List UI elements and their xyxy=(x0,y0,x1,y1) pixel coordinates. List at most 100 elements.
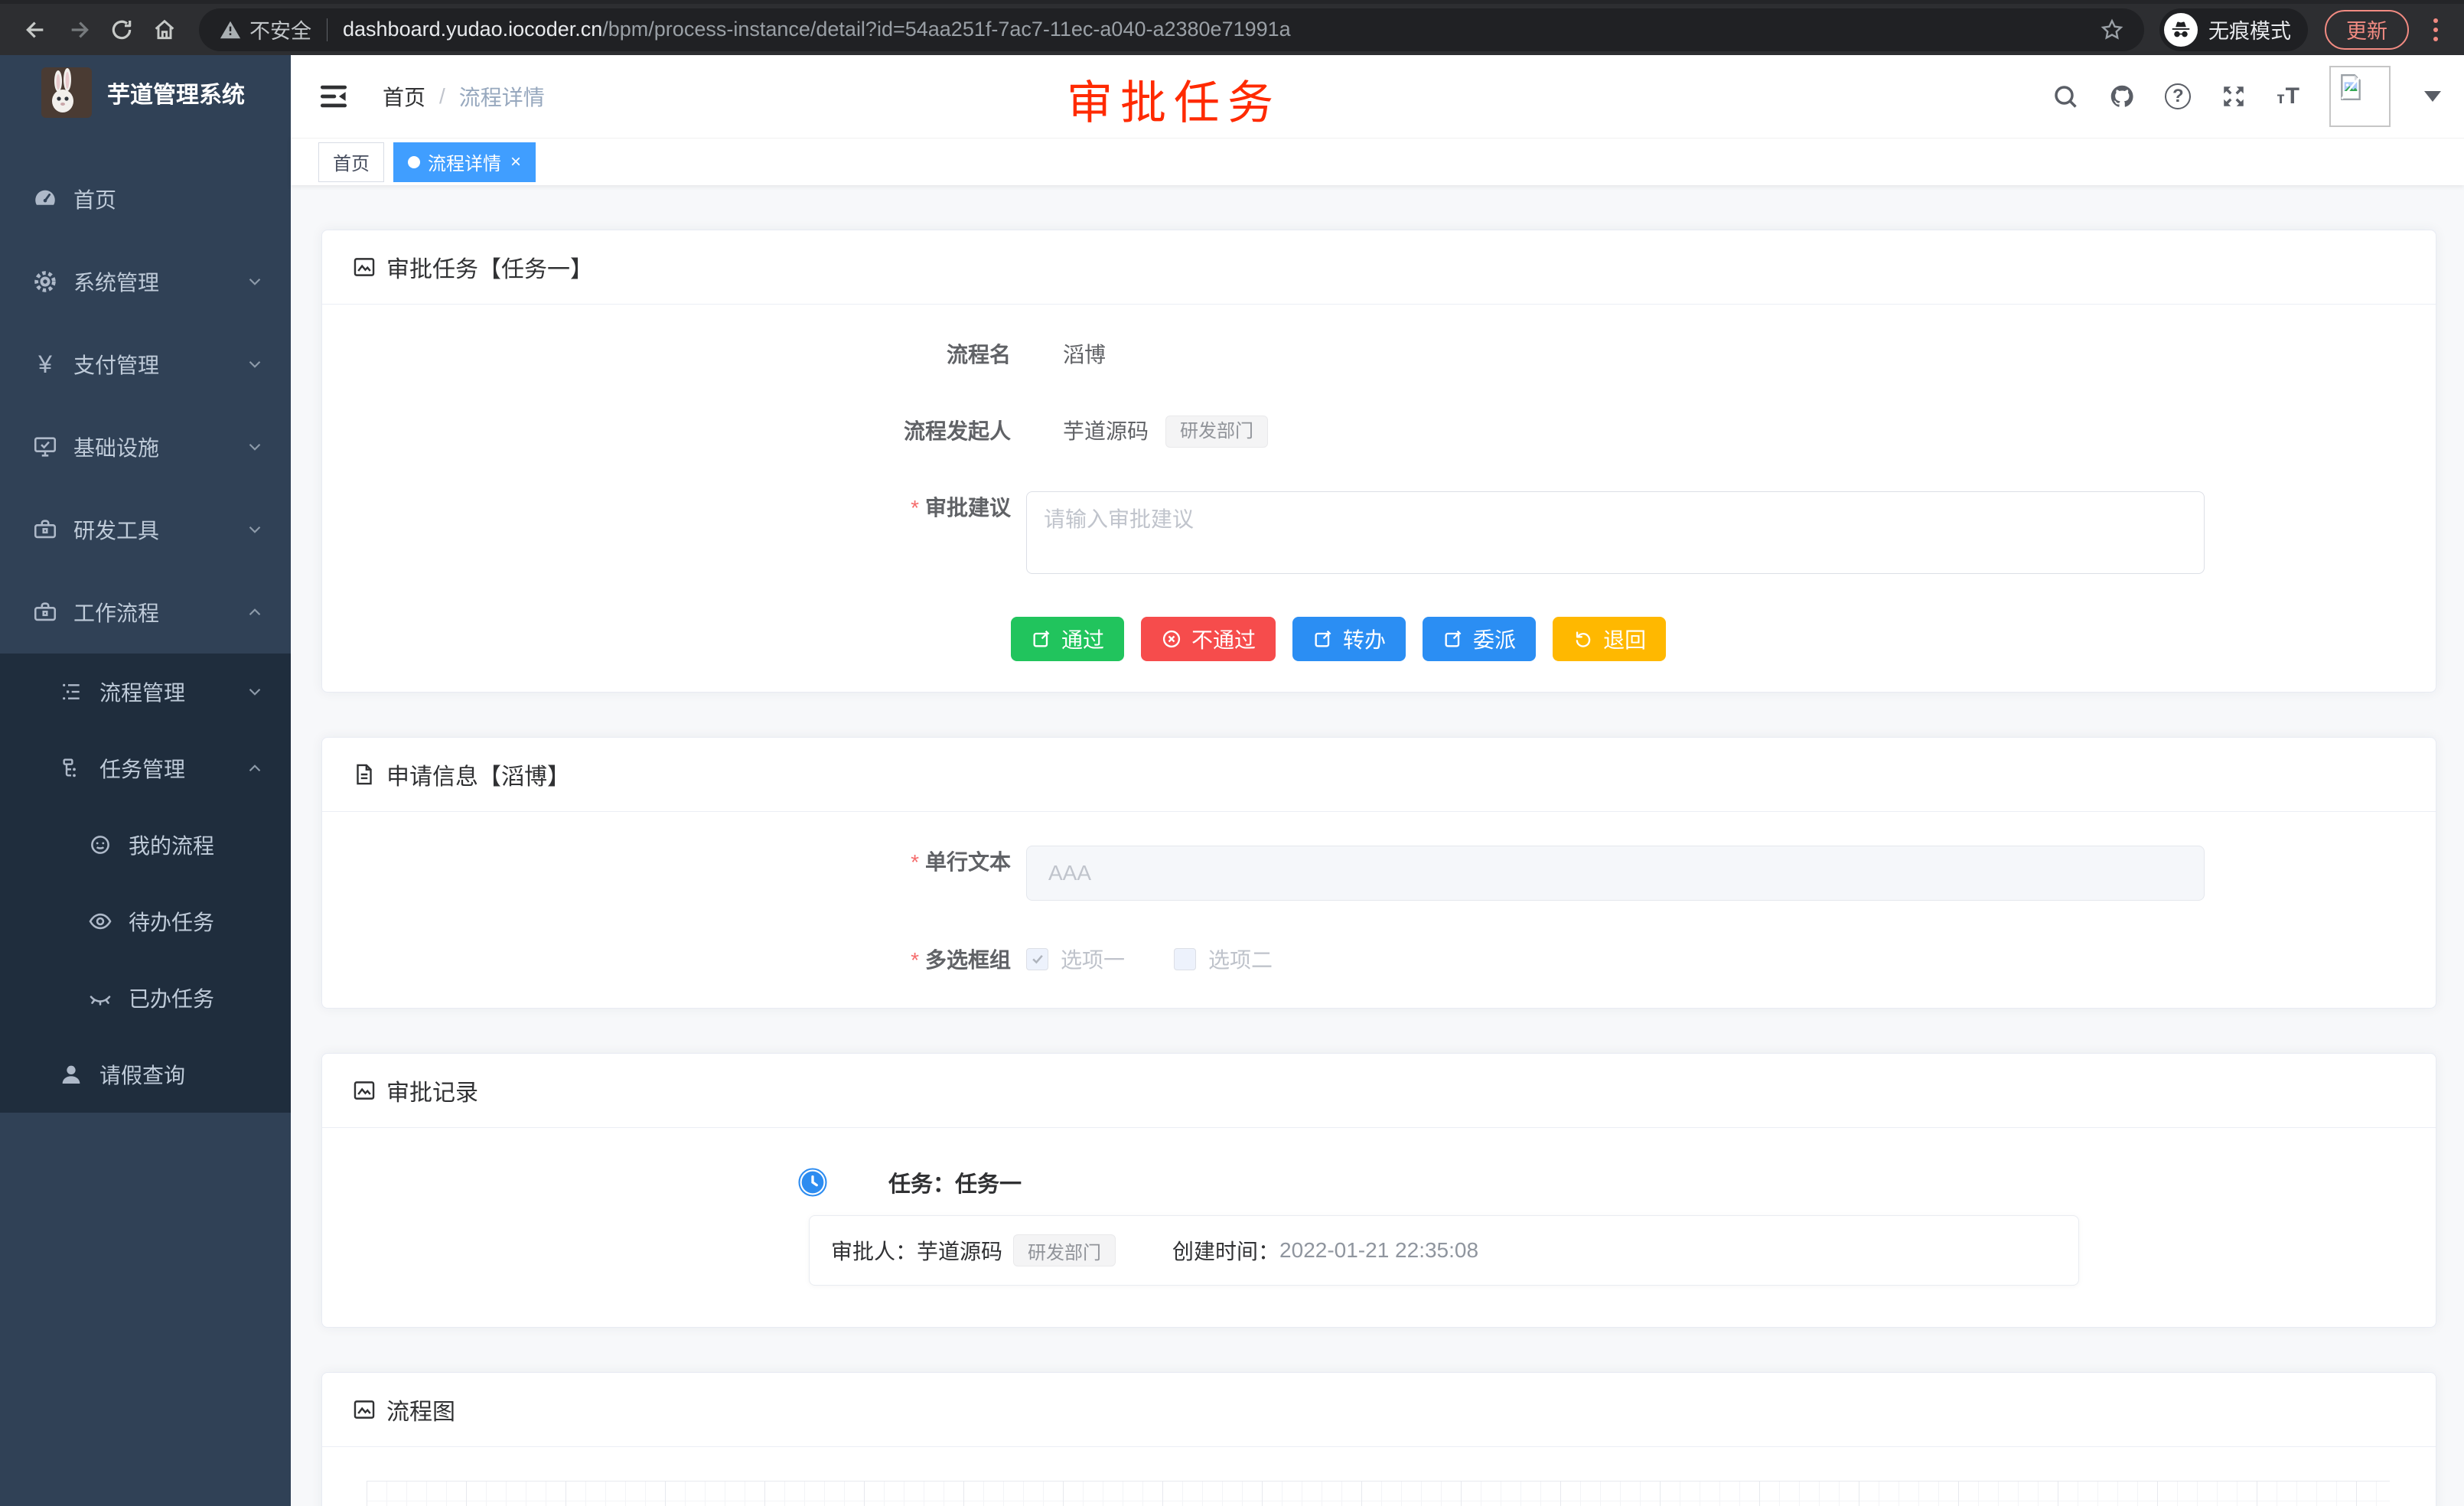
active-dot-icon xyxy=(408,156,420,168)
required-mark: * xyxy=(911,948,919,972)
approver-name: 芋道源码 xyxy=(917,1235,1002,1266)
incognito-badge: 无痕模式 xyxy=(2159,8,2308,51)
button-label: 不通过 xyxy=(1191,624,1256,654)
chevron-down-icon xyxy=(245,682,265,702)
card-title: 流程图 xyxy=(386,1393,455,1426)
approve-button[interactable]: 通过 xyxy=(1011,617,1124,661)
avatar-dropdown-caret-icon[interactable] xyxy=(2424,91,2441,102)
sidebar-item-system[interactable]: 系统管理 xyxy=(0,240,291,323)
checkbox-label: 选项一 xyxy=(1061,944,1125,974)
breadcrumb-home[interactable]: 首页 xyxy=(383,81,425,112)
forward-icon[interactable] xyxy=(60,11,98,49)
user-icon xyxy=(57,1060,86,1089)
checkbox-option-2: 选项二 xyxy=(1174,944,1273,974)
home-icon[interactable] xyxy=(145,11,184,49)
initiator-value: 芋道源码 研发部门 xyxy=(1026,415,1268,448)
sidebar-item-home[interactable]: 首页 xyxy=(0,158,291,240)
help-icon[interactable]: ? xyxy=(2165,83,2191,109)
page-content: 审批任务【任务一】 流程名 滔博 流程发起人 芋道源码 研发部门 *审批建议 xyxy=(291,185,2464,1506)
suggestion-textarea[interactable] xyxy=(1026,491,2205,574)
list-icon xyxy=(57,677,86,706)
bookmark-star-icon[interactable] xyxy=(2100,18,2124,42)
browser-menu-icon[interactable] xyxy=(2424,11,2447,49)
tag-process-detail[interactable]: 流程详情 × xyxy=(393,142,536,182)
avatar[interactable] xyxy=(2329,66,2391,127)
checkbox-option-1: 选项一 xyxy=(1026,944,1125,974)
field-label: 流程发起人 xyxy=(353,415,1026,448)
sidebar-item-task-mgmt[interactable]: 任务管理 xyxy=(0,730,291,807)
transfer-button[interactable]: 转办 xyxy=(1292,617,1406,661)
approval-task-card: 审批任务【任务一】 流程名 滔博 流程发起人 芋道源码 研发部门 *审批建议 xyxy=(321,230,2436,693)
sidebar-collapse-icon[interactable] xyxy=(317,80,350,113)
address-bar[interactable]: 不安全 dashboard.yudao.iocoder.cn/bpm/proce… xyxy=(199,8,2144,51)
header-actions: ? тT xyxy=(2052,66,2441,127)
single-line-text-input: AAA xyxy=(1026,846,2205,901)
sidebar-item-process-mgmt[interactable]: 流程管理 xyxy=(0,654,291,730)
sidebar-item-leave-query[interactable]: 请假查询 xyxy=(0,1036,291,1113)
tag-home[interactable]: 首页 xyxy=(318,142,384,182)
process-name-value: 滔博 xyxy=(1026,338,1106,372)
tags-view-bar: 首页 流程详情 × xyxy=(291,138,2464,185)
search-icon[interactable] xyxy=(2052,83,2079,110)
clock-icon xyxy=(797,1166,829,1198)
sidebar-item-label: 任务管理 xyxy=(99,753,185,784)
sidebar-item-label: 流程管理 xyxy=(99,676,185,707)
application-info-card: 申请信息【滔博】 *单行文本 AAA *多选框组 选项一 xyxy=(321,737,2436,1009)
monitor-icon xyxy=(31,432,60,461)
button-label: 退回 xyxy=(1603,624,1646,654)
form-row-checkboxes: *多选框组 选项一 选项二 xyxy=(353,944,2405,977)
delegate-button[interactable]: 委派 xyxy=(1423,617,1536,661)
card-header: 审批任务【任务一】 xyxy=(322,230,2436,305)
main-area: 首页 / 流程详情 ? тT 审批任务 首页 xyxy=(291,55,2464,1506)
browser-toolbar: 不安全 dashboard.yudao.iocoder.cn/bpm/proce… xyxy=(0,0,2464,55)
required-mark: * xyxy=(911,850,919,874)
sidebar: 芋道管理系统 首页 系统管理 ¥ 支付管理 基础设施 xyxy=(0,55,291,1506)
sidebar-item-workflow[interactable]: 工作流程 xyxy=(0,571,291,654)
text-field-label: 单行文本 xyxy=(925,850,1011,874)
help-glyph: ? xyxy=(2172,86,2184,107)
fullscreen-icon[interactable] xyxy=(2220,83,2247,110)
button-label: 转办 xyxy=(1343,624,1386,654)
sidebar-item-infra[interactable]: 基础设施 xyxy=(0,406,291,488)
card-title: 审批任务【任务一】 xyxy=(386,250,593,284)
security-label[interactable]: 不安全 xyxy=(249,15,311,44)
sidebar-item-label: 系统管理 xyxy=(73,266,159,297)
field-label: *单行文本 xyxy=(353,846,1026,879)
required-mark: * xyxy=(911,496,919,520)
gear-icon xyxy=(31,267,60,296)
breadcrumb-separator: / xyxy=(439,84,445,109)
chevron-down-icon xyxy=(245,520,265,539)
checkbox-group-label: 多选框组 xyxy=(925,948,1011,972)
button-label: 通过 xyxy=(1061,624,1104,654)
sidebar-item-devtools[interactable]: 研发工具 xyxy=(0,488,291,571)
app-title: 芋道管理系统 xyxy=(107,76,245,109)
card-body xyxy=(322,1447,2436,1506)
sidebar-menu: 首页 系统管理 ¥ 支付管理 基础设施 研发工具 xyxy=(0,158,291,1113)
approval-record-card: 审批记录 任务：任务一 审批人： 芋道源码 研发部门 创建时间： 2022-01… xyxy=(321,1053,2436,1328)
back-icon[interactable] xyxy=(17,11,55,49)
reject-button[interactable]: 不通过 xyxy=(1141,617,1276,661)
sidebar-item-label: 基础设施 xyxy=(73,432,159,462)
return-button[interactable]: 退回 xyxy=(1553,617,1666,661)
sidebar-item-label: 首页 xyxy=(73,184,116,214)
card-header: 审批记录 xyxy=(322,1054,2436,1128)
bpmn-diagram-canvas[interactable] xyxy=(367,1481,2390,1506)
sidebar-item-my-process[interactable]: 我的流程 xyxy=(0,807,291,883)
app-logo-row: 芋道管理系统 xyxy=(0,55,291,129)
card-header: 申请信息【滔博】 xyxy=(322,738,2436,812)
incognito-label: 无痕模式 xyxy=(2208,15,2291,44)
checkbox-unchecked-icon xyxy=(1174,948,1196,970)
url-host[interactable]: dashboard.yudao.iocoder.cn xyxy=(343,18,602,41)
url-path[interactable]: /bpm/process-instance/detail?id=54aa251f… xyxy=(602,18,2088,41)
chevron-down-icon xyxy=(245,437,265,457)
sidebar-item-done-tasks[interactable]: 已办任务 xyxy=(0,960,291,1036)
reload-icon[interactable] xyxy=(103,11,141,49)
github-icon[interactable] xyxy=(2108,83,2136,110)
font-size-icon[interactable]: тT xyxy=(2277,83,2300,109)
update-button[interactable]: 更新 xyxy=(2325,10,2409,50)
close-icon[interactable]: × xyxy=(510,152,521,173)
sidebar-item-todo-tasks[interactable]: 待办任务 xyxy=(0,883,291,960)
security-warning-icon[interactable] xyxy=(219,18,242,41)
initiator-name: 芋道源码 xyxy=(1063,415,1149,448)
sidebar-item-payment[interactable]: ¥ 支付管理 xyxy=(0,323,291,406)
